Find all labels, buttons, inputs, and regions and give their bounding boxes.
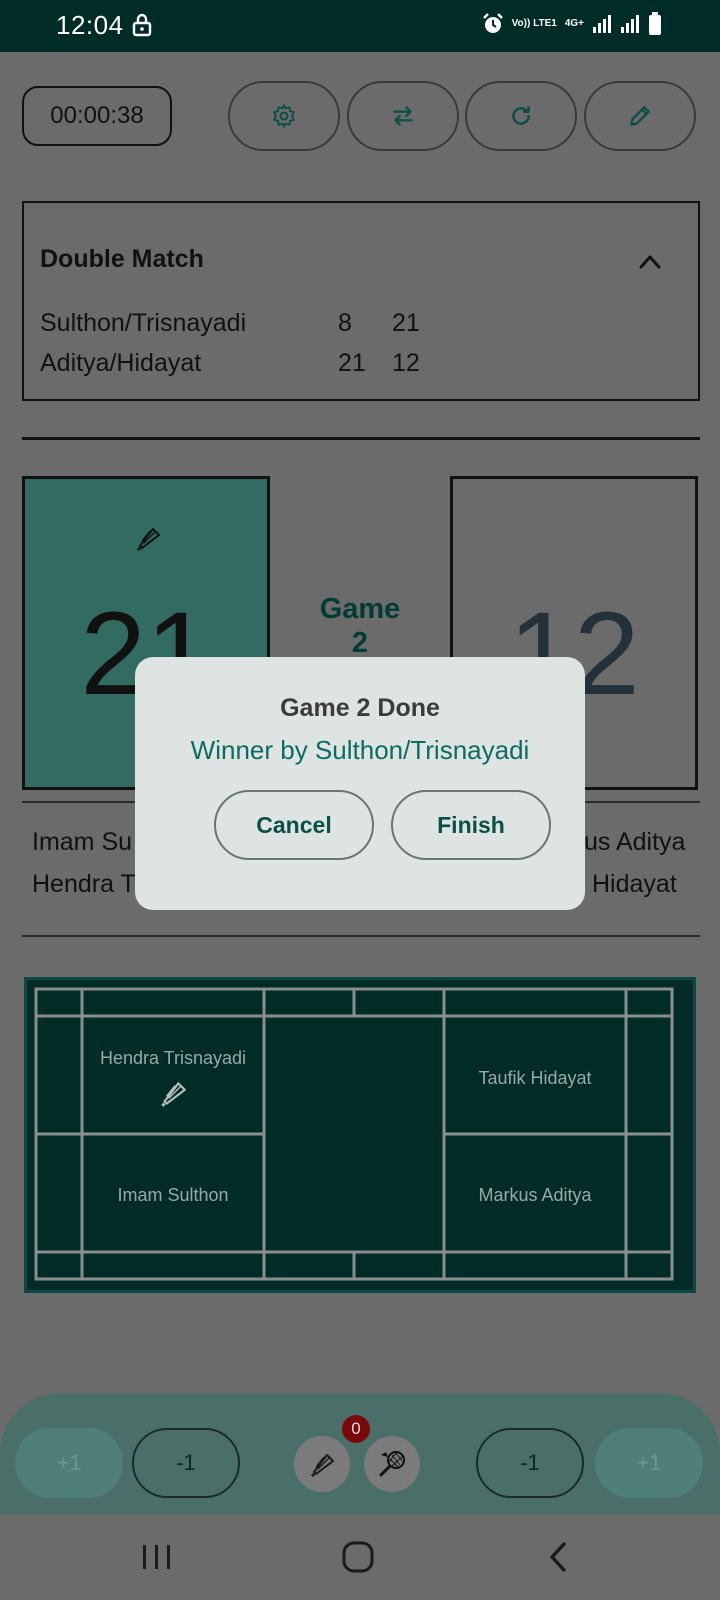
right-minus-button[interactable]: -1 bbox=[476, 1428, 584, 1498]
volte-label: Vo)) LTE1 bbox=[511, 18, 557, 29]
reset-button[interactable] bbox=[465, 81, 577, 151]
team-name: Sulthon/Trisnayadi bbox=[40, 309, 247, 337]
cancel-button[interactable]: Cancel bbox=[214, 790, 374, 860]
edit-button[interactable] bbox=[584, 81, 696, 151]
settings-button[interactable] bbox=[228, 81, 340, 151]
divider bbox=[22, 437, 700, 440]
system-navigation-bar bbox=[0, 1515, 720, 1600]
4g-indicator: 4G+ bbox=[565, 19, 584, 29]
racket-icon bbox=[379, 1451, 405, 1477]
team-game1-score: 8 bbox=[338, 309, 352, 337]
game-done-dialog: Game 2 Done Winner by Sulthon/Trisnayadi… bbox=[135, 657, 585, 910]
dialog-title: Game 2 Done bbox=[280, 694, 440, 722]
match-title: Double Match bbox=[40, 245, 204, 273]
court-player-left-bottom: Imam Sulthon bbox=[117, 1185, 229, 1205]
recent-apps-icon[interactable] bbox=[140, 1537, 174, 1577]
court-player-right-top: Taufik Hidayat bbox=[478, 1068, 592, 1088]
alarm-icon bbox=[482, 13, 503, 33]
volte-indicator: Vo)) LTE1 bbox=[512, 19, 557, 29]
chevron-up-icon[interactable] bbox=[638, 251, 662, 271]
swap-icon bbox=[393, 106, 413, 126]
dialog-winner-text: Winner by Sulthon/Trisnayadi bbox=[190, 735, 530, 765]
home-icon[interactable] bbox=[340, 1537, 376, 1577]
team-game2-score: 12 bbox=[392, 349, 420, 377]
right-player-bottom: Hidayat bbox=[592, 870, 677, 898]
signal-icon-2 bbox=[621, 15, 639, 33]
game-number: 2 bbox=[351, 627, 369, 659]
status-time: 12:04 bbox=[56, 10, 124, 40]
court-player-right-bottom: Markus Aditya bbox=[478, 1185, 592, 1205]
status-icons: Vo)) LTE1 4G+ bbox=[482, 12, 662, 36]
game-indicator: Game 2 bbox=[290, 592, 430, 660]
divider bbox=[22, 935, 700, 937]
match-summary-card: Double Match Sulthon/Trisnayadi 8 21 Adi… bbox=[22, 201, 700, 401]
badminton-court: Hendra Trisnayadi Imam Sulthon Taufik Hi… bbox=[24, 977, 696, 1293]
signal-icon-1 bbox=[593, 15, 611, 33]
gear-icon bbox=[273, 104, 295, 128]
lock-icon bbox=[132, 13, 152, 37]
left-player-bottom: Hendra T bbox=[32, 870, 136, 898]
court-player-left-top: Hendra Trisnayadi bbox=[99, 1048, 247, 1068]
team-game1-score: 21 bbox=[338, 349, 366, 377]
shuttle-count-button[interactable] bbox=[294, 1436, 350, 1492]
finish-button[interactable]: Finish bbox=[391, 790, 551, 860]
shuttlecock-icon bbox=[161, 1082, 186, 1107]
team-name: Aditya/Hidayat bbox=[40, 349, 202, 377]
right-player-top: us Aditya bbox=[584, 828, 686, 856]
shuttle-count-badge: 0 bbox=[342, 1415, 370, 1443]
shuttlecock-icon bbox=[311, 1454, 334, 1477]
game-label: Game bbox=[319, 593, 401, 625]
match-timer: 00:00:38 bbox=[22, 86, 172, 146]
4g-label: 4G+ bbox=[564, 18, 584, 29]
shuttlecock-icon bbox=[137, 528, 160, 551]
court-lines bbox=[34, 987, 674, 1281]
status-bar: 12:04 Vo)) LTE1 4G+ bbox=[0, 0, 720, 52]
battery-icon bbox=[649, 12, 661, 35]
right-plus-button[interactable]: +1 bbox=[595, 1428, 703, 1498]
refresh-icon bbox=[512, 106, 530, 125]
left-plus-button[interactable]: +1 bbox=[15, 1428, 123, 1498]
pencil-icon bbox=[630, 106, 650, 126]
swap-button[interactable] bbox=[347, 81, 459, 151]
left-minus-button[interactable]: -1 bbox=[132, 1428, 240, 1498]
racket-button[interactable] bbox=[364, 1436, 420, 1492]
back-icon[interactable] bbox=[546, 1537, 572, 1577]
left-player-top: Imam Su bbox=[32, 828, 133, 856]
team-game2-score: 21 bbox=[392, 309, 420, 337]
